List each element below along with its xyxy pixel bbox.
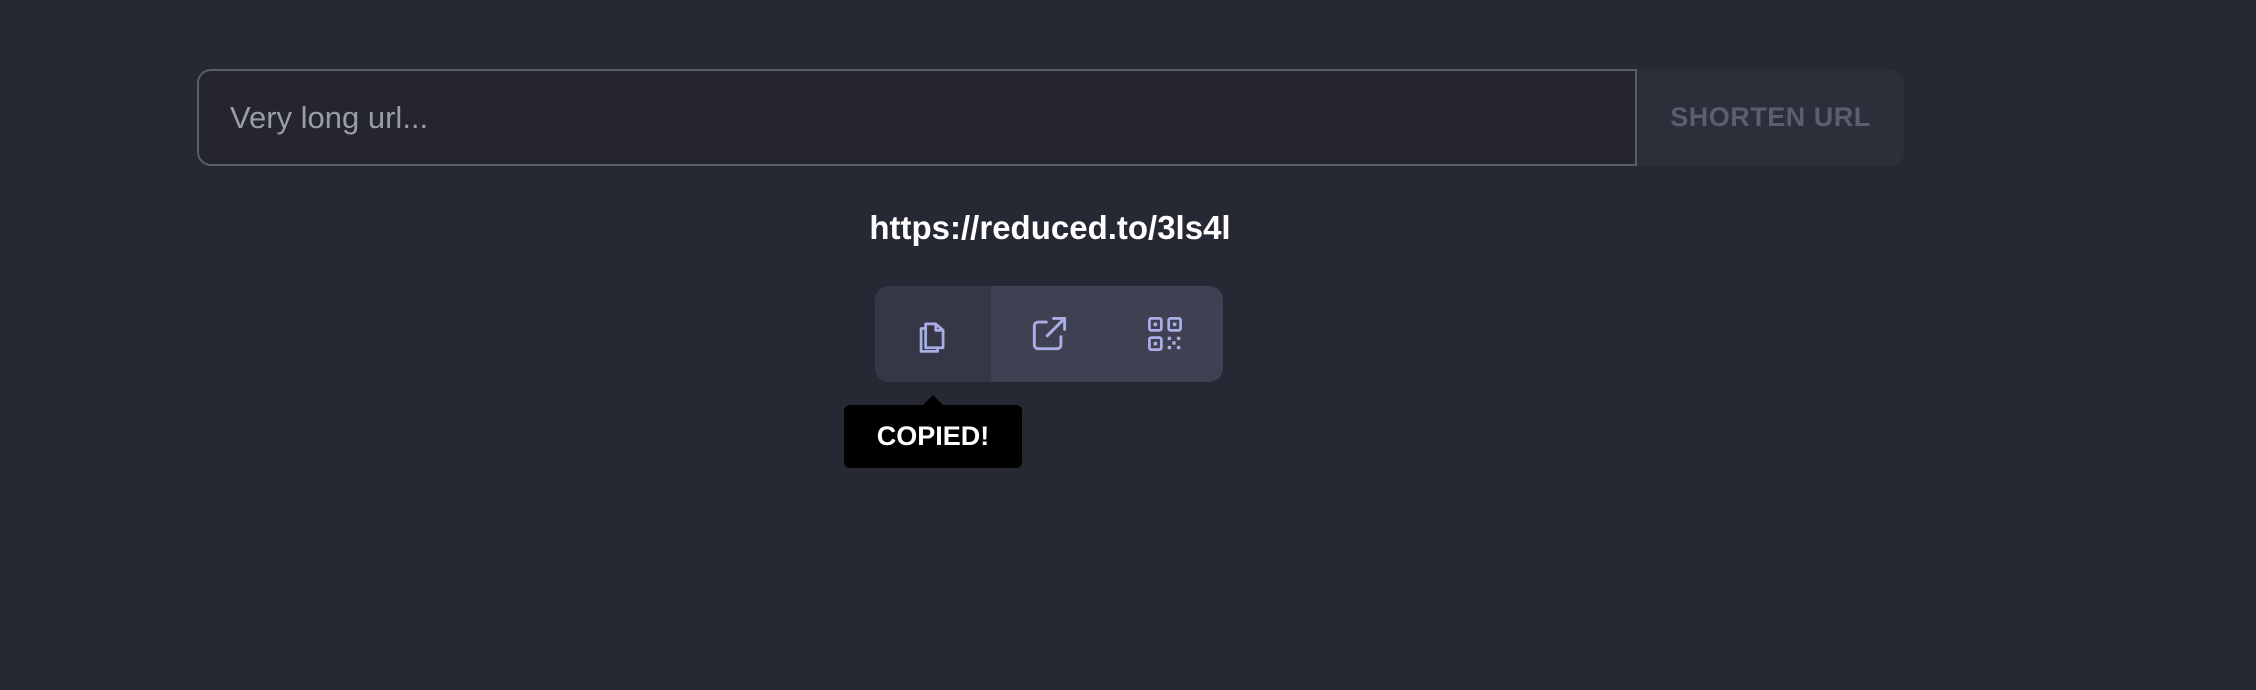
copy-button[interactable]: [875, 286, 991, 382]
copied-tooltip: COPIED!: [844, 405, 1022, 468]
short-url-text: https://reduced.to/3ls4l: [869, 209, 1231, 246]
shorten-form: SHORTEN URL: [197, 69, 1904, 166]
open-link-button[interactable]: [991, 286, 1107, 382]
action-button-group: [875, 286, 1223, 382]
qr-code-icon: [1148, 317, 1182, 351]
shorten-url-button[interactable]: SHORTEN URL: [1637, 69, 1904, 166]
url-input[interactable]: [197, 69, 1637, 166]
external-link-icon: [1032, 316, 1067, 351]
tooltip-arrow: [923, 395, 943, 405]
qr-code-button[interactable]: [1107, 286, 1223, 382]
copy-icon: [919, 322, 945, 353]
